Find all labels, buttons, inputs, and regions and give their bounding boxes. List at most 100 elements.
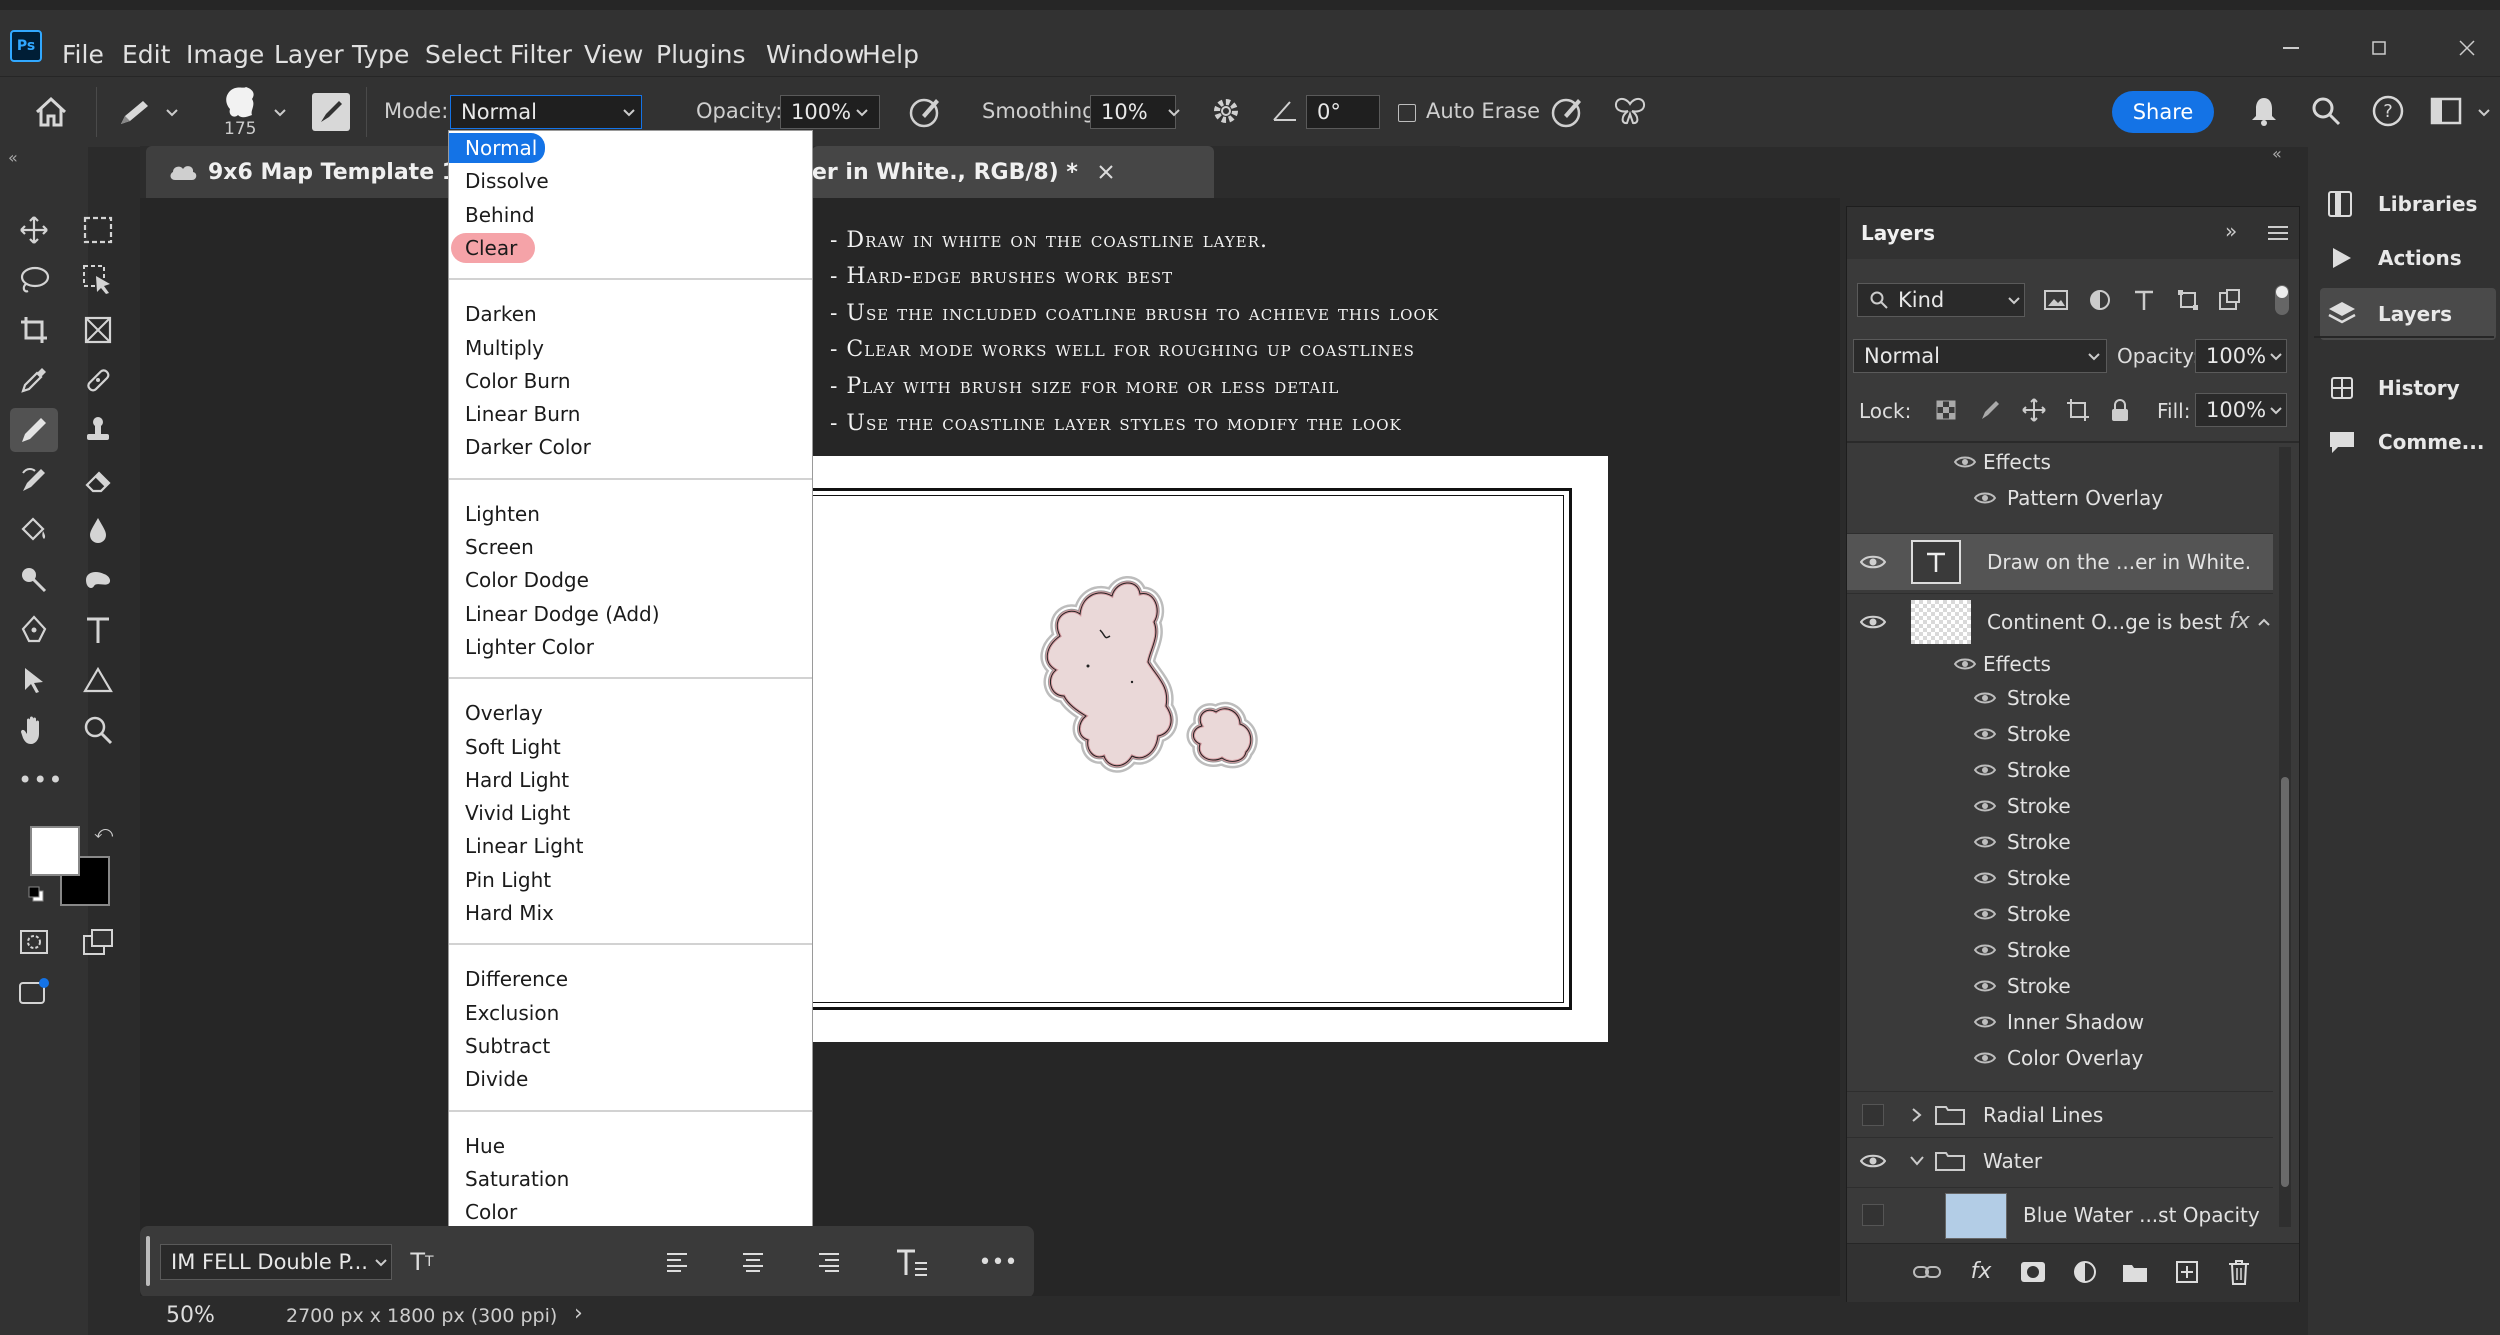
- move-tool-icon[interactable]: [14, 210, 54, 250]
- effect-visibility-eye-icon[interactable]: [1973, 491, 1997, 505]
- search-icon[interactable]: [2306, 91, 2346, 131]
- blend-mode-normal[interactable]: Normal: [449, 133, 545, 163]
- effect-row[interactable]: Stroke: [1847, 825, 2273, 859]
- marquee-tool-icon[interactable]: [78, 210, 118, 250]
- bell-icon[interactable]: [2244, 91, 2284, 131]
- symmetry-butterfly-icon[interactable]: [1610, 91, 1650, 131]
- tab-map-template[interactable]: 9x6 Map Template 1.psd: [146, 146, 510, 198]
- swap-colors-icon[interactable]: ⤺: [94, 822, 113, 843]
- more-tools-icon[interactable]: •••: [18, 766, 63, 794]
- map-page[interactable]: [790, 456, 1608, 1042]
- tab-active-document[interactable]: er in White., RGB/8) *: [812, 146, 1214, 198]
- filter-type-icon[interactable]: [2129, 285, 2159, 315]
- effect-visibility-eye-icon[interactable]: [1973, 727, 1997, 741]
- link-layers-icon[interactable]: [1911, 1257, 1943, 1287]
- eraser-tool-icon[interactable]: [78, 460, 118, 500]
- layer-style-fx-icon[interactable]: fx: [1965, 1255, 1997, 1287]
- workspace-icon[interactable]: [2426, 91, 2466, 131]
- menu-select[interactable]: Select: [425, 40, 502, 69]
- filter-pixel-icon[interactable]: [2041, 285, 2071, 315]
- path-selection-tool-icon[interactable]: [14, 660, 54, 700]
- effects-row[interactable]: Effects: [1847, 445, 2273, 479]
- layer-group-row[interactable]: Radial Lines: [1847, 1091, 2273, 1138]
- fill-input[interactable]: 100%: [2195, 393, 2287, 427]
- eye-icon[interactable]: [1857, 1148, 1889, 1174]
- more-options-icon[interactable]: •••: [978, 1244, 1018, 1280]
- smoothing-input[interactable]: 10%: [1090, 95, 1176, 129]
- new-group-icon[interactable]: [2119, 1257, 2151, 1287]
- effect-row[interactable]: Stroke: [1847, 969, 2273, 1003]
- layer-row[interactable]: Draw on the ...er in White.: [1847, 533, 2273, 590]
- blend-mode-vivid-light[interactable]: Vivid Light: [457, 798, 570, 828]
- effect-row[interactable]: Stroke: [1847, 753, 2273, 787]
- blend-mode-overlay[interactable]: Overlay: [457, 698, 543, 728]
- new-layer-icon[interactable]: [2171, 1257, 2203, 1287]
- blend-mode-hue[interactable]: Hue: [457, 1131, 505, 1161]
- menu-type[interactable]: Type: [352, 40, 409, 69]
- menu-layer[interactable]: Layer: [274, 40, 344, 69]
- chevron-down-icon[interactable]: [1166, 107, 1182, 119]
- panel-collapse-arrows-icon[interactable]: «: [2272, 144, 2282, 163]
- menu-edit[interactable]: Edit: [122, 40, 170, 69]
- help-icon[interactable]: ?: [2368, 91, 2408, 131]
- blend-mode-difference[interactable]: Difference: [457, 964, 568, 994]
- visibility-toggle-off[interactable]: [1857, 1202, 1889, 1228]
- contextual-task-bar-grip[interactable]: [146, 1236, 150, 1286]
- lock-transparent-pixels-icon[interactable]: [1931, 395, 1961, 425]
- angle-input[interactable]: 0°: [1306, 95, 1380, 129]
- brush-tip-preview[interactable]: [220, 83, 264, 123]
- align-center-icon[interactable]: [736, 1244, 770, 1280]
- chevron-down-icon[interactable]: [1907, 1151, 1927, 1171]
- effect-visibility-eye-icon[interactable]: [1973, 763, 1997, 777]
- auto-erase-checkbox[interactable]: [1398, 104, 1416, 122]
- brush-settings-panel-icon[interactable]: [312, 93, 350, 131]
- menu-image[interactable]: Image: [186, 40, 264, 69]
- paint-bucket-tool-icon[interactable]: [14, 510, 54, 550]
- effect-visibility-eye-icon[interactable]: [1973, 799, 1997, 813]
- effect-visibility-eye-icon[interactable]: [1953, 657, 1977, 671]
- fx-icon[interactable]: fx: [2229, 609, 2250, 634]
- lasso-tool-icon[interactable]: [14, 260, 54, 300]
- panel-menu-icon[interactable]: [2265, 221, 2291, 245]
- lock-artboard-icon[interactable]: [2063, 395, 2093, 425]
- effect-row[interactable]: Pattern Overlay: [1847, 481, 2273, 515]
- dock-item-actions[interactable]: Actions: [2320, 232, 2496, 284]
- blend-mode-saturation[interactable]: Saturation: [457, 1164, 569, 1194]
- smudge-tool-icon[interactable]: [78, 560, 118, 600]
- layer-row[interactable]: Blue Water ...st Opacity: [1847, 1187, 2273, 1242]
- effect-row[interactable]: Stroke: [1847, 681, 2273, 715]
- foreground-color-swatch[interactable]: [30, 826, 80, 876]
- home-icon[interactable]: [30, 91, 72, 133]
- minimize-button[interactable]: [2276, 36, 2306, 60]
- blend-mode-darker-color[interactable]: Darker Color: [457, 432, 591, 462]
- menu-help[interactable]: Help: [862, 40, 919, 69]
- filter-adjustment-icon[interactable]: [2085, 285, 2115, 315]
- blend-mode-exclusion[interactable]: Exclusion: [457, 998, 559, 1028]
- zoom-tool-icon[interactable]: [78, 710, 118, 750]
- collapse-panel-icon[interactable]: »: [2225, 219, 2237, 243]
- effect-visibility-eye-icon[interactable]: [1973, 871, 1997, 885]
- gear-icon[interactable]: [1206, 91, 1246, 131]
- blend-mode-clear[interactable]: Clear: [451, 232, 535, 263]
- layer-filter-kind[interactable]: Kind: [1857, 283, 2025, 317]
- effect-visibility-eye-icon[interactable]: [1973, 1051, 1997, 1065]
- align-right-icon[interactable]: [812, 1244, 846, 1280]
- blend-mode-subtract[interactable]: Subtract: [457, 1031, 550, 1061]
- default-colors-icon[interactable]: [28, 886, 44, 902]
- effect-visibility-eye-icon[interactable]: [1973, 691, 1997, 705]
- zoom-level[interactable]: 50%: [166, 1303, 215, 1328]
- text-size-icon[interactable]: TT: [404, 1244, 440, 1280]
- effect-row[interactable]: Color Overlay: [1847, 1041, 2273, 1075]
- layer-opacity-input[interactable]: 100%: [2195, 339, 2287, 373]
- menu-file[interactable]: File: [62, 40, 104, 69]
- chevron-up-icon[interactable]: [2257, 617, 2271, 627]
- text-properties-icon[interactable]: [892, 1244, 932, 1280]
- menu-plugins[interactable]: Plugins: [656, 40, 746, 69]
- effect-visibility-eye-icon[interactable]: [1973, 943, 1997, 957]
- chevron-right-icon[interactable]: [1907, 1105, 1927, 1125]
- effect-visibility-eye-icon[interactable]: [1953, 455, 1977, 469]
- blur-tool-icon[interactable]: [78, 510, 118, 550]
- filter-toggle[interactable]: [2275, 285, 2289, 315]
- chevron-down-icon[interactable]: [854, 107, 870, 119]
- blend-mode-dissolve[interactable]: Dissolve: [457, 166, 549, 196]
